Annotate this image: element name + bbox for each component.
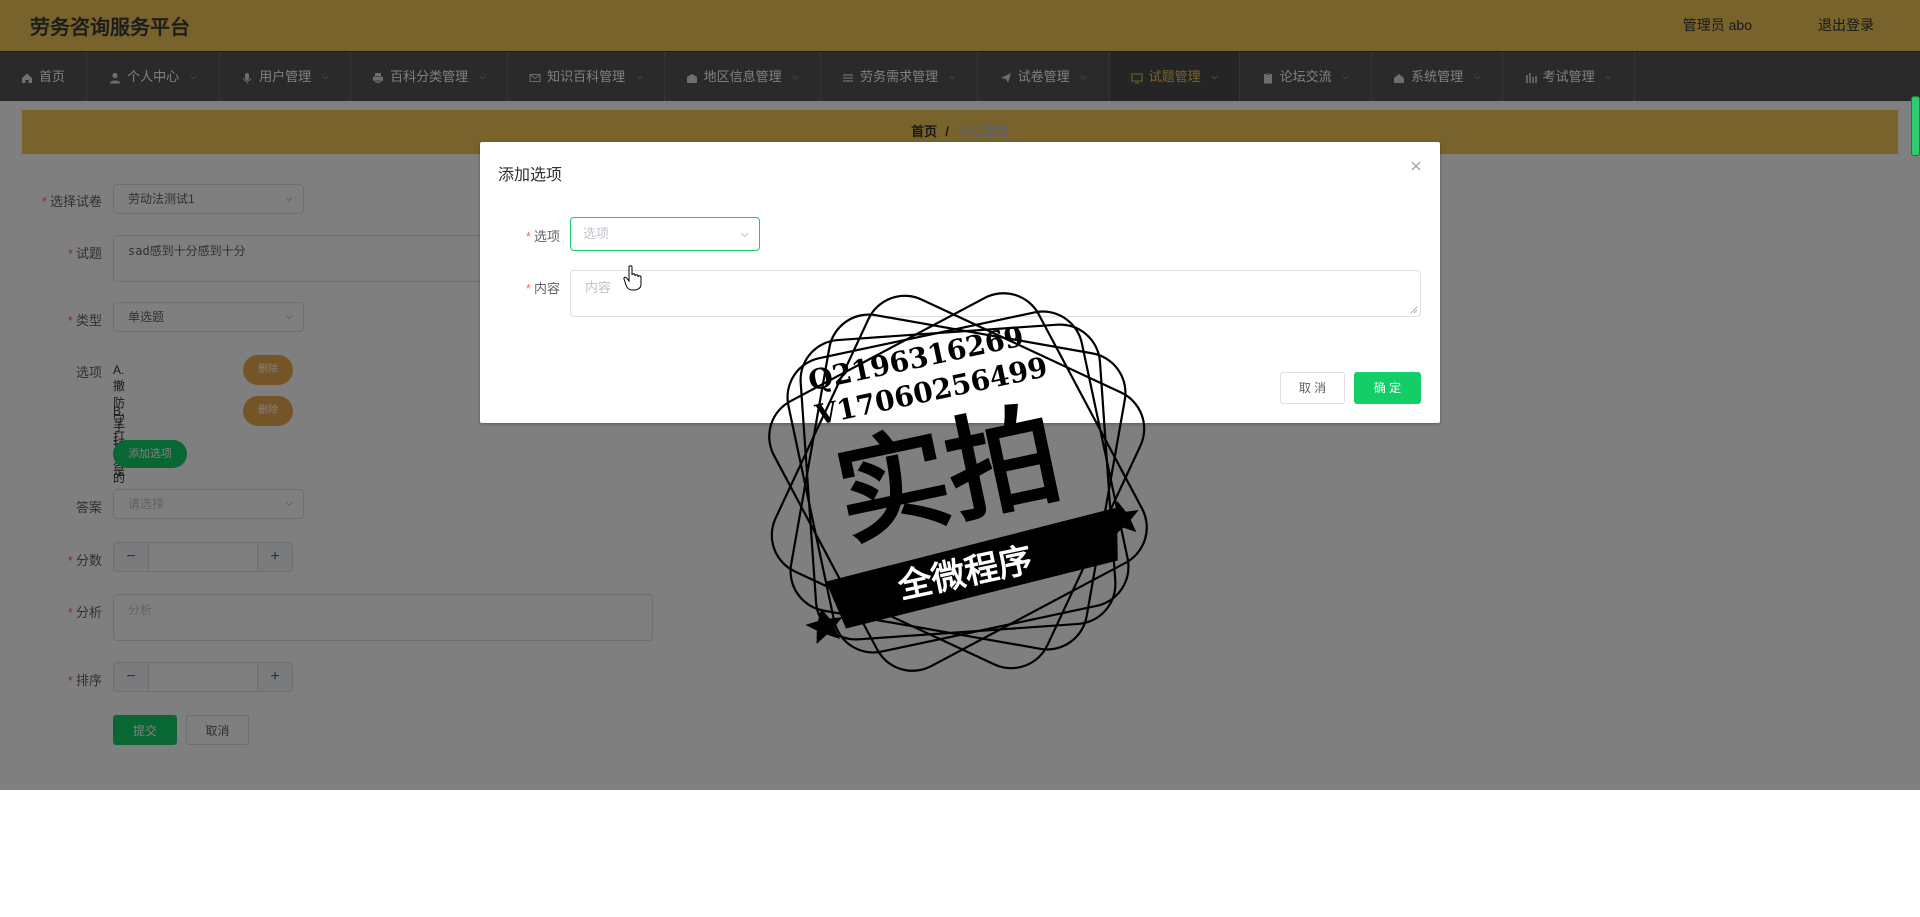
- content-label: * 内容: [525, 281, 560, 296]
- page-bottom: [0, 790, 1920, 917]
- close-icon[interactable]: [1410, 160, 1422, 172]
- watermark-stamp: Q2196316269 V17060256499 实拍 全微程序: [768, 292, 1148, 672]
- scrollbar-thumb[interactable]: [1911, 96, 1920, 156]
- dialog-confirm-button[interactable]: 确 定: [1354, 372, 1421, 404]
- option-label: * 选项: [525, 229, 560, 244]
- resize-handle-icon[interactable]: [1410, 306, 1418, 314]
- option-select[interactable]: 选项: [570, 217, 760, 251]
- content-placeholder: 内容: [585, 280, 612, 295]
- dialog-cancel-button[interactable]: 取 消: [1280, 372, 1345, 404]
- hand-cursor-icon: [623, 265, 642, 291]
- option-placeholder: 选项: [583, 226, 610, 241]
- chevron-down-icon: [740, 232, 749, 238]
- dialog-title: 添加选项: [498, 167, 563, 184]
